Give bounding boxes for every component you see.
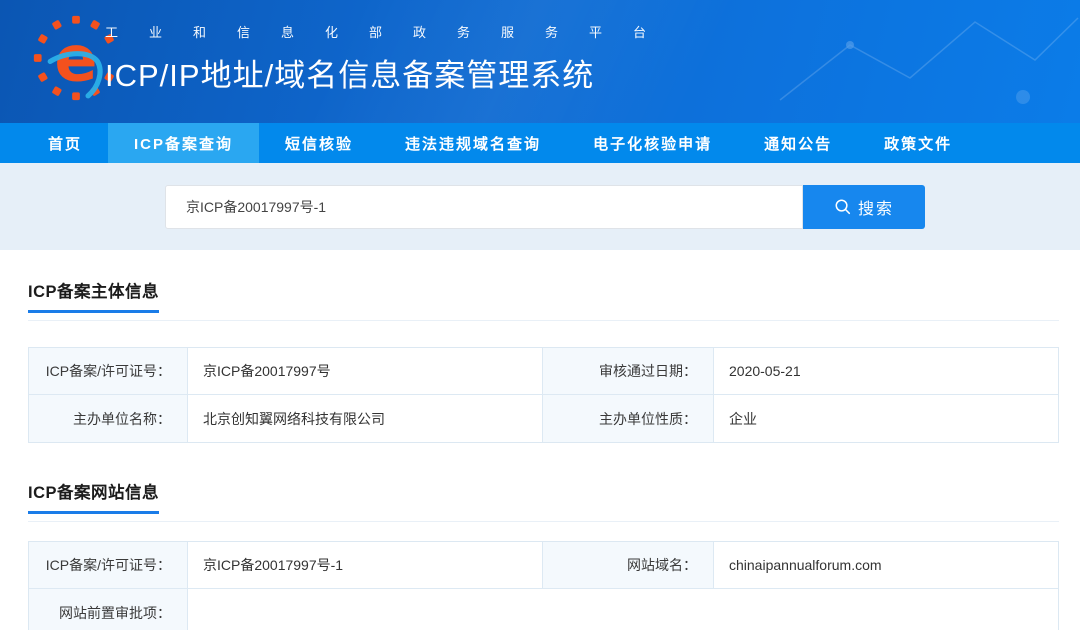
site-header: e 工业和信息化部政务服务平台 ICP/IP地址/域名信息备案管理系统 — [0, 0, 1080, 123]
field-value-website-domain: chinaipannualforum.com — [714, 542, 1058, 589]
field-label-review-date: 审核通过日期： — [543, 348, 714, 395]
nav-item-sms-verify[interactable]: 短信核验 — [259, 123, 379, 163]
search-button-label: 搜索 — [857, 200, 894, 218]
field-label-organizer-nature: 主办单位性质： — [543, 395, 714, 442]
nav-item-icp-query[interactable]: ICP备案查询 — [108, 123, 260, 163]
main-nav: 首页 ICP备案查询 短信核验 违法违规域名查询 电子化核验申请 通知公告 政策… — [0, 123, 1080, 163]
nav-item-illegal-domain-query[interactable]: 违法违规域名查询 — [379, 123, 567, 163]
nav-item-electronic-verify[interactable]: 电子化核验申请 — [567, 123, 738, 163]
field-value-preapproval-item — [188, 589, 1058, 630]
subject-info-table: ICP备案/许可证号： 京ICP备20017997号 审核通过日期： 2020-… — [28, 347, 1059, 443]
field-label-icp-license: ICP备案/许可证号： — [29, 348, 188, 395]
field-value-organizer-name: 北京创知翼网络科技有限公司 — [188, 395, 543, 442]
icp-beian-page: e 工业和信息化部政务服务平台 ICP/IP地址/域名信息备案管理系统 首页 I… — [0, 0, 1080, 630]
nav-item-policy-files[interactable]: 政策文件 — [858, 123, 978, 163]
nav-item-home[interactable]: 首页 — [22, 123, 108, 163]
search-input[interactable] — [165, 184, 803, 229]
search-button[interactable]: 搜索 — [803, 184, 925, 229]
system-title: ICP/IP地址/域名信息备案管理系统 — [105, 58, 595, 93]
field-value-review-date: 2020-05-21 — [714, 348, 1058, 395]
search-icon — [835, 199, 851, 215]
field-label-organizer-name: 主办单位名称： — [29, 395, 188, 442]
field-value-icp-license: 京ICP备20017997号 — [188, 348, 543, 395]
header-decoration — [779, 17, 1079, 104]
nav-item-notices[interactable]: 通知公告 — [738, 123, 858, 163]
search-section: 搜索 — [0, 163, 1080, 250]
field-label-website-domain: 网站域名： — [543, 542, 714, 589]
field-value-organizer-nature: 企业 — [714, 395, 1058, 442]
field-label-preapproval-item: 网站前置审批项： — [29, 589, 188, 630]
subject-section-title: ICP备案主体信息 — [28, 278, 160, 313]
website-info-table: ICP备案/许可证号： 京ICP备20017997号-1 网站域名： china… — [28, 541, 1059, 630]
svg-text:e: e — [54, 22, 97, 96]
subject-info-section: ICP备案主体信息 ICP备案/许可证号： 京ICP备20017997号 审核通… — [28, 278, 1059, 443]
field-label-website-icp-license: ICP备案/许可证号： — [29, 542, 188, 589]
main-content: ICP备案主体信息 ICP备案/许可证号： 京ICP备20017997号 审核通… — [0, 278, 1080, 630]
field-value-website-icp-license: 京ICP备20017997号-1 — [188, 542, 543, 589]
website-section-head: ICP备案网站信息 — [28, 479, 1059, 522]
platform-name: 工业和信息化部政务服务平台 — [105, 25, 678, 40]
website-section-title: ICP备案网站信息 — [28, 479, 160, 514]
website-info-section: ICP备案网站信息 ICP备案/许可证号： 京ICP备20017997号-1 网… — [28, 479, 1059, 630]
subject-section-head: ICP备案主体信息 — [28, 278, 1059, 321]
